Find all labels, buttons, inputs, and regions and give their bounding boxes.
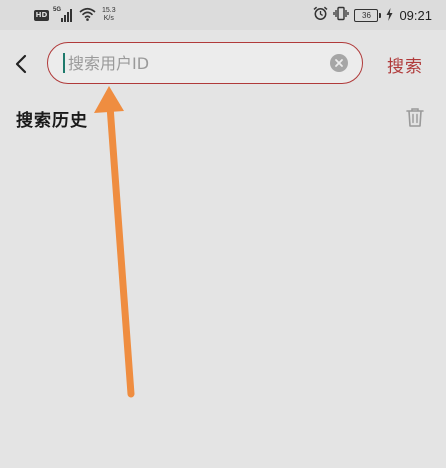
text-caret xyxy=(63,53,65,73)
search-input[interactable] xyxy=(68,49,318,77)
search-history-title: 搜索历史 xyxy=(16,111,88,131)
trash-icon xyxy=(404,108,426,132)
wifi-icon xyxy=(79,6,96,25)
charging-icon xyxy=(386,6,393,25)
clear-circle-icon xyxy=(330,54,348,72)
search-box[interactable] xyxy=(47,42,363,84)
battery-indicator: 36 xyxy=(354,8,382,22)
network-speed-unit: K/s xyxy=(103,15,114,22)
search-button[interactable]: 搜索 xyxy=(387,52,423,77)
status-bar: HD 5G 15.3 K/s 36 09:21 xyxy=(0,0,446,30)
status-time: 09:21 xyxy=(399,7,432,23)
clear-history-button[interactable] xyxy=(404,106,426,128)
back-button[interactable] xyxy=(10,52,34,76)
hd-badge: HD xyxy=(34,9,49,21)
status-bar-left: HD 5G 15.3 K/s xyxy=(34,6,116,24)
network-speed: 15.3 K/s xyxy=(102,7,116,23)
clear-button[interactable] xyxy=(330,54,348,72)
status-bar-right: 36 09:21 xyxy=(313,5,432,25)
vibrate-icon xyxy=(333,6,350,25)
signal-icon: 5G xyxy=(53,7,75,22)
network-speed-value: 15.3 xyxy=(102,7,116,14)
chevron-left-icon xyxy=(10,54,34,80)
alarm-icon xyxy=(313,6,328,25)
